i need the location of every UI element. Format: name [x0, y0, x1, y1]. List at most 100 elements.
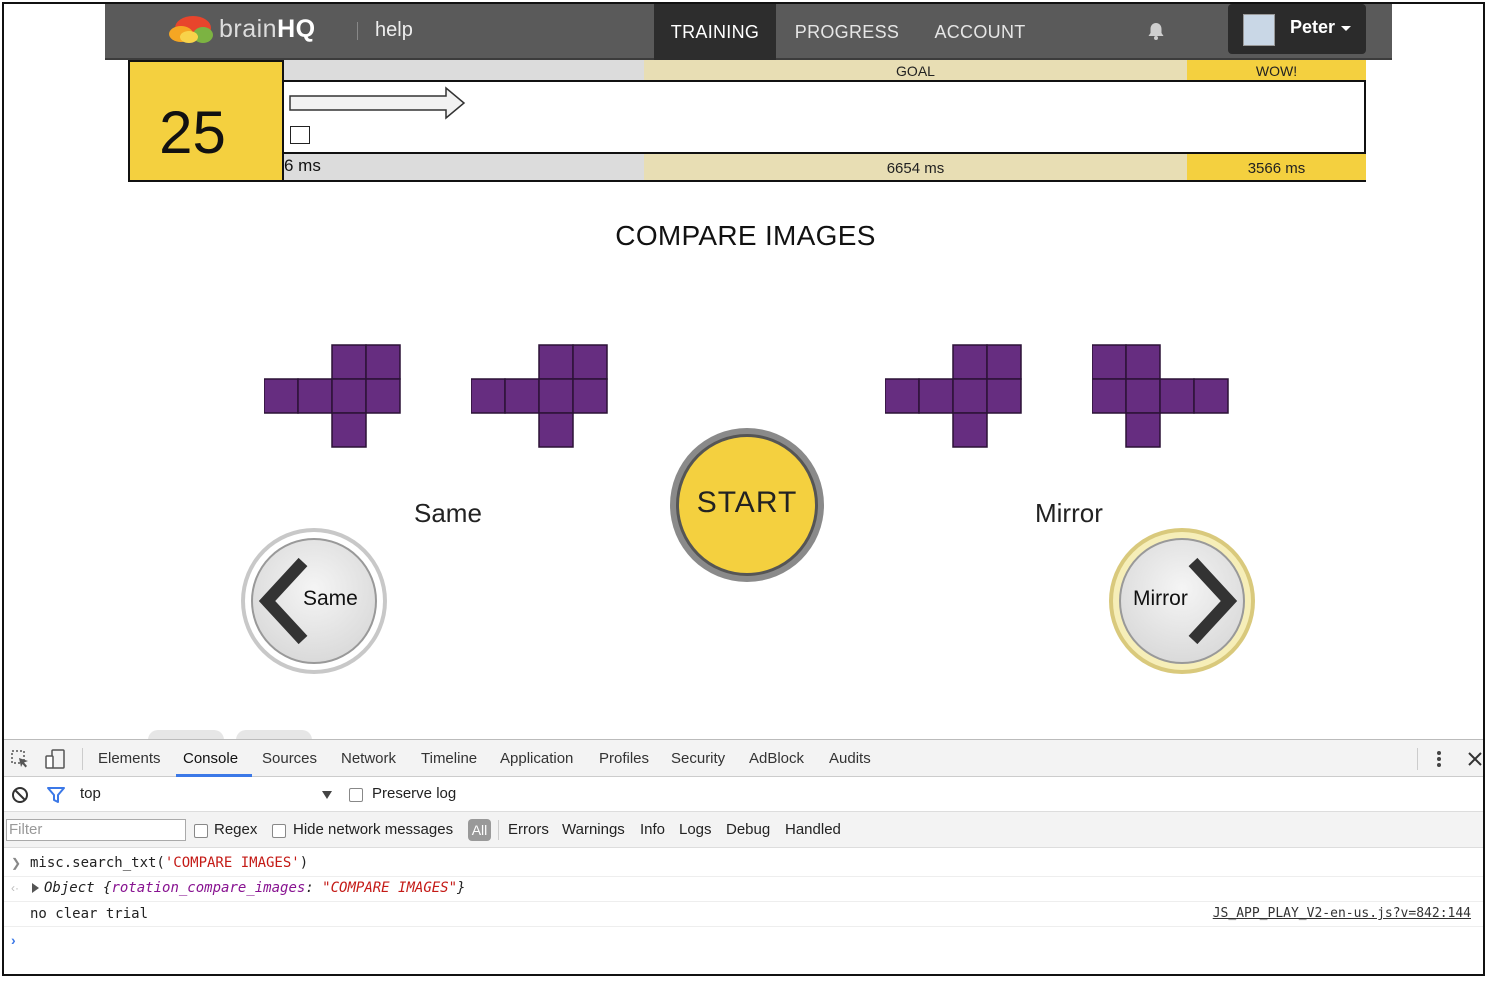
- console-object[interactable]: Object {rotation_compare_images: "COMPAR…: [44, 880, 465, 896]
- caret-down-icon: [1341, 26, 1351, 31]
- console-output: ❯ misc.search_txt('COMPARE IMAGES') ‹· O…: [4, 848, 1483, 974]
- command-text: misc.search_txt(: [30, 855, 165, 871]
- filter-icon[interactable]: [46, 786, 66, 804]
- arrow-right-icon: [289, 86, 466, 120]
- console-prompt-icon[interactable]: ›: [11, 932, 16, 948]
- same-pair-label: Same: [414, 498, 482, 528]
- clear-console-icon[interactable]: [11, 786, 29, 804]
- result-arrow-icon: ‹·: [11, 881, 19, 895]
- caret-down-icon[interactable]: [322, 791, 332, 799]
- brainhq-logo[interactable]: brainHQ: [219, 15, 316, 44]
- context-select[interactable]: top: [80, 785, 101, 802]
- tab-sources[interactable]: Sources: [262, 750, 317, 767]
- command-suffix: ): [299, 855, 309, 871]
- hide-network-label: Hide network messages: [293, 821, 454, 838]
- tab-adblock[interactable]: AdBlock: [749, 750, 804, 767]
- game-title: COMPARE IMAGES: [615, 220, 876, 251]
- username: Peter: [1290, 17, 1336, 37]
- regex-label: Regex: [214, 821, 258, 838]
- logo-text-bold: HQ: [277, 15, 316, 43]
- shape-mirror-right: [1092, 344, 1229, 448]
- user-menu[interactable]: Peter: [1228, 4, 1366, 54]
- device-toolbar-icon[interactable]: [44, 748, 66, 770]
- level-info[interactable]: Info: [640, 821, 665, 838]
- meter-goal-ms: 6654 ms: [644, 154, 1187, 180]
- console-toolbar: top Preserve log: [4, 777, 1483, 812]
- start-button[interactable]: START: [670, 428, 824, 582]
- score-value: 25: [159, 99, 226, 166]
- level-all-button[interactable]: All: [468, 819, 491, 841]
- meter-band-wow: WOW!: [1187, 60, 1366, 80]
- meter-current-ms: 6 ms: [284, 156, 321, 175]
- inspect-element-icon[interactable]: [10, 749, 30, 769]
- tab-timeline[interactable]: Timeline: [421, 750, 477, 767]
- console-filter-bar: Filter Regex Hide network messages All E…: [4, 812, 1483, 848]
- same-button-label: Same: [303, 587, 358, 610]
- mirror-button[interactable]: Mirror: [1109, 528, 1255, 674]
- filter-input[interactable]: Filter: [6, 819, 186, 841]
- object-prefix: Object {: [44, 880, 112, 896]
- log-source-link[interactable]: JS_APP_PLAY_V2-en-us.js?v=842:144: [1213, 906, 1471, 921]
- top-navbar: brainHQ help TRAINING PROGRESS ACCOUNT P…: [105, 4, 1392, 60]
- tab-training[interactable]: TRAINING: [654, 4, 776, 60]
- tab-audits[interactable]: Audits: [829, 750, 871, 767]
- tab-progress[interactable]: PROGRESS: [788, 4, 906, 60]
- marker-square: [290, 126, 310, 144]
- score-box: 25: [128, 60, 283, 182]
- meter-track: [284, 80, 1366, 154]
- object-key: rotation_compare_images: [111, 880, 306, 896]
- nav-divider: [357, 22, 358, 40]
- bell-icon[interactable]: [1145, 20, 1167, 42]
- regex-checkbox[interactable]: [194, 824, 208, 838]
- speed-meter: GOAL WOW! 6 ms 6654 ms 3566 ms: [282, 60, 1366, 182]
- shape-same-left: [264, 344, 401, 448]
- object-suffix: }: [457, 880, 466, 896]
- console-result-line: ‹· Object {rotation_compare_images: "COM…: [4, 877, 1483, 902]
- page-frame: brainHQ help TRAINING PROGRESS ACCOUNT P…: [2, 2, 1485, 976]
- toolbar-divider: [498, 820, 499, 840]
- tab-elements[interactable]: Elements: [98, 750, 161, 767]
- command-arg: 'COMPARE IMAGES': [164, 855, 300, 871]
- level-debug[interactable]: Debug: [726, 821, 770, 838]
- toolbar-divider: [1417, 748, 1418, 770]
- devtools-panel: Elements Console Sources Network Timelin…: [4, 739, 1483, 974]
- meter-band-base-bottom: [284, 154, 644, 180]
- tab-network[interactable]: Network: [341, 750, 396, 767]
- object-value: "COMPARE IMAGES": [322, 880, 458, 896]
- level-logs[interactable]: Logs: [679, 821, 712, 838]
- object-sep: :: [305, 880, 323, 896]
- tab-application[interactable]: Application: [500, 750, 573, 767]
- preserve-log-label: Preserve log: [372, 785, 457, 802]
- meter-band-goal: GOAL: [644, 60, 1187, 80]
- tab-console[interactable]: Console: [183, 750, 238, 767]
- tab-profiles[interactable]: Profiles: [599, 750, 649, 767]
- console-input-line: ❯ misc.search_txt('COMPARE IMAGES'): [4, 852, 1483, 877]
- tab-security[interactable]: Security: [671, 750, 725, 767]
- expand-triangle-icon[interactable]: [32, 883, 39, 893]
- meter-wow-ms: 3566 ms: [1187, 154, 1366, 180]
- toolbar-divider: [82, 748, 83, 770]
- close-icon[interactable]: [1467, 751, 1483, 767]
- hide-network-checkbox[interactable]: [272, 824, 286, 838]
- tab-account[interactable]: ACCOUNT: [923, 4, 1037, 60]
- avatar: [1243, 14, 1275, 46]
- level-errors[interactable]: Errors: [508, 821, 549, 838]
- same-button[interactable]: Same: [241, 528, 387, 674]
- prompt-icon: ❯: [11, 856, 22, 870]
- devtools-tabbar: Elements Console Sources Network Timelin…: [4, 740, 1483, 777]
- mirror-button-label: Mirror: [1133, 587, 1188, 610]
- shape-mirror-left: [885, 344, 1022, 448]
- shape-same-right: [471, 344, 608, 448]
- meter-band-base: [284, 60, 644, 80]
- brain-logo-icon[interactable]: [167, 13, 215, 47]
- more-options-icon[interactable]: [1434, 749, 1444, 769]
- preserve-log-checkbox[interactable]: [349, 788, 363, 802]
- start-label: START: [696, 486, 798, 519]
- console-command: misc.search_txt('COMPARE IMAGES'): [30, 855, 308, 871]
- log-message: no clear trial: [30, 906, 149, 922]
- mirror-pair-label: Mirror: [1035, 498, 1103, 528]
- help-link[interactable]: help: [375, 19, 413, 42]
- level-warnings[interactable]: Warnings: [562, 821, 625, 838]
- console-log-line: no clear trial JS_APP_PLAY_V2-en-us.js?v…: [4, 902, 1483, 927]
- level-handled[interactable]: Handled: [785, 821, 841, 838]
